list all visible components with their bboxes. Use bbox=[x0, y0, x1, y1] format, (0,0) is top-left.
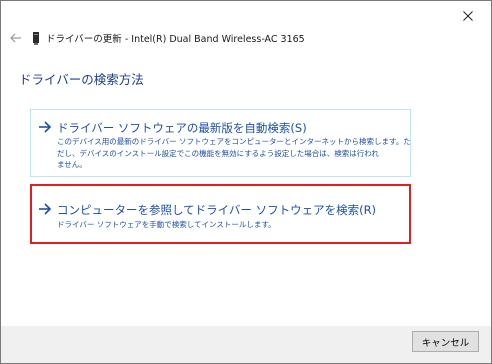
close-button[interactable] bbox=[445, 1, 491, 30]
dialog-footer: キャンセル bbox=[1, 326, 491, 363]
back-button[interactable] bbox=[7, 30, 25, 46]
description-line: このデバイス用の最新のドライバー ソフトウェアをコンピューターとインターネットか… bbox=[57, 137, 411, 146]
page-title: ドライバーの検索方法 bbox=[19, 72, 144, 87]
window-title: ドライバーの更新 - Intel(R) Dual Band Wireless-A… bbox=[46, 34, 305, 45]
auto-search-title: ドライバー ソフトウェアの最新版を自動検索(S) bbox=[57, 121, 307, 135]
auto-search-option[interactable]: ドライバー ソフトウェアの最新版を自動検索(S) このデバイス用の最新のドライバ… bbox=[30, 109, 411, 177]
description-line: ません。 bbox=[57, 160, 87, 169]
close-icon bbox=[463, 10, 473, 21]
description-line: だし、デバイスのインストール設定でこの機能を無効にするよう設定した場合は、検索は… bbox=[57, 148, 379, 158]
back-arrow-icon bbox=[10, 33, 21, 43]
auto-search-description: このデバイス用の最新のドライバー ソフトウェアをコンピューターとインターネットか… bbox=[57, 136, 411, 171]
browse-computer-description: ドライバー ソフトウェアを手動で検索してインストールします。 bbox=[57, 219, 409, 231]
description-line: ドライバー ソフトウェアを手動で検索してインストールします。 bbox=[57, 220, 276, 229]
driver-update-dialog: ドライバーの更新 - Intel(R) Dual Band Wireless-A… bbox=[0, 0, 492, 364]
network-adapter-icon bbox=[33, 31, 39, 45]
arrow-right-icon bbox=[39, 121, 52, 133]
arrow-right-icon bbox=[39, 203, 52, 215]
cancel-button[interactable]: キャンセル bbox=[412, 331, 479, 352]
browse-computer-title: コンピューターを参照してドライバー ソフトウェアを検索(R) bbox=[57, 203, 377, 217]
window-title-bar: ドライバーの更新 - Intel(R) Dual Band Wireless-A… bbox=[32, 30, 305, 46]
browse-computer-option[interactable]: コンピューターを参照してドライバー ソフトウェアを検索(R) ドライバー ソフト… bbox=[30, 184, 411, 244]
